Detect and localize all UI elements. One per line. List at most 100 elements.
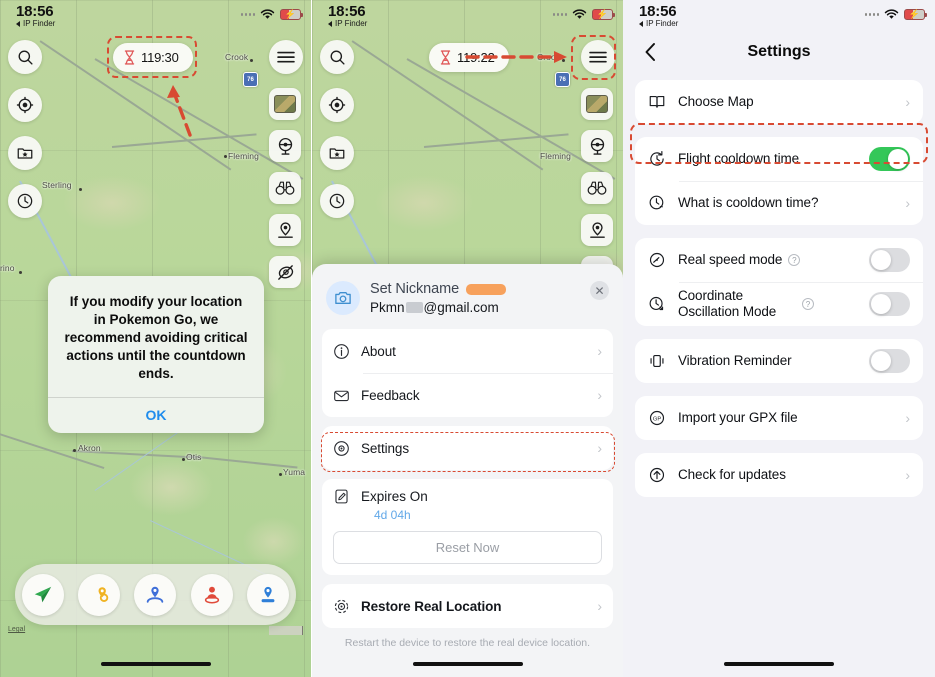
help-icon[interactable]: ? (802, 298, 814, 310)
setting-label-wrap: Real speed mode ? (678, 252, 857, 268)
pokestop-radar-button[interactable] (581, 130, 613, 162)
map-label: Fleming (540, 151, 571, 161)
setting-choose-map[interactable]: Choose Map › (635, 80, 923, 124)
set-nickname-label: Set Nickname (370, 281, 460, 297)
map-dot (279, 473, 282, 476)
setting-import-gpx[interactable]: GP Import your GPX file › (635, 396, 923, 440)
map-scale-bar (269, 626, 303, 635)
setting-label: Choose Map (678, 93, 754, 109)
reset-now-button[interactable]: Reset Now (333, 531, 602, 564)
favorites-button[interactable] (8, 136, 42, 170)
cooldown-value: 119:30 (141, 50, 179, 65)
binoculars-button[interactable] (269, 172, 301, 204)
setting-real-speed-mode[interactable]: Real speed mode ? (635, 238, 923, 282)
pokeball-radar-icon (278, 137, 292, 155)
vibration-icon (650, 355, 664, 367)
avatar[interactable] (326, 281, 360, 315)
binoculars-button[interactable] (581, 172, 613, 204)
search-button[interactable] (320, 40, 354, 74)
menu-button[interactable] (269, 40, 303, 74)
history-button[interactable] (8, 184, 42, 218)
dock-single-pin[interactable] (246, 573, 289, 616)
wifi-icon (572, 9, 587, 19)
chevron-right-icon: › (597, 387, 602, 403)
toggle-real-speed-mode[interactable] (869, 248, 910, 272)
dock-two-spot[interactable] (78, 573, 121, 616)
toggle-coordinate-oscillation[interactable] (869, 292, 910, 316)
target-icon (334, 599, 349, 613)
help-icon[interactable]: ? (788, 254, 801, 266)
chevron-right-icon: › (905, 94, 910, 110)
cooldown-timer[interactable]: 119:30 (113, 43, 193, 72)
hourglass-icon (440, 50, 451, 65)
redaction-block (405, 302, 423, 313)
status-back-app[interactable]: IP Finder (639, 19, 923, 28)
pokeball-radar-icon (590, 137, 604, 155)
place-pin-button[interactable] (269, 214, 301, 246)
camera-icon (335, 292, 351, 304)
dialog-ok-button[interactable]: OK (48, 396, 264, 433)
account-info: Set Nickname Pkmn @gmail.com (370, 281, 507, 315)
map-label: Crook (225, 52, 249, 62)
close-button[interactable]: ✕ (590, 281, 609, 300)
navigation-bar: Settings (623, 32, 935, 72)
legal-link[interactable]: Legal (8, 626, 25, 633)
toggle-vibration-reminder[interactable] (869, 349, 910, 373)
dock-teleport[interactable] (22, 573, 65, 616)
nickname-row[interactable]: Set Nickname (370, 281, 507, 297)
menu-button[interactable] (581, 40, 615, 74)
pokestop-radar-button[interactable] (269, 130, 301, 162)
status-back-app[interactable]: IP Finder (16, 19, 299, 28)
menu-item-settings[interactable]: Settings › (322, 426, 613, 470)
setting-label-wrap: Coordinate Oscillation Mode ? (678, 288, 857, 320)
clock-icon (17, 193, 33, 209)
setting-what-is-cooldown[interactable]: What is cooldown time? › (635, 181, 923, 225)
search-button[interactable] (8, 40, 42, 74)
map-left-controls (8, 40, 42, 232)
menu-item-label: About (361, 343, 396, 359)
menu-item-restore-location[interactable]: Restore Real Location › (322, 584, 613, 628)
map-dot (224, 155, 227, 158)
settings-group: Check for updates › (635, 453, 923, 497)
expires-label: Expires On (361, 489, 428, 504)
setting-coordinate-oscillation-mode[interactable]: Coordinate Oscillation Mode ? (635, 282, 923, 326)
locate-button[interactable] (8, 88, 42, 122)
wifi-icon (260, 9, 275, 19)
battery-charging-icon: ⚡ (280, 9, 303, 20)
menu-item-feedback[interactable]: Feedback › (322, 373, 613, 417)
chevron-left-icon (645, 43, 655, 61)
back-button[interactable] (639, 41, 661, 63)
hamburger-icon (589, 51, 607, 63)
cooldown-timer[interactable]: 119:22 (429, 43, 509, 72)
toggle-flight-cooldown[interactable] (869, 147, 910, 171)
account-email: Pkmn @gmail.com (370, 300, 499, 315)
binoculars-icon (275, 181, 295, 195)
radar-off-button[interactable] (269, 256, 301, 288)
setting-flight-cooldown-time[interactable]: Flight cooldown time (635, 137, 923, 181)
place-pin-button[interactable] (581, 214, 613, 246)
settings-group: Vibration Reminder (635, 339, 923, 383)
history-button[interactable] (320, 184, 354, 218)
status-bar: 18:56 IP Finder ⚡ (312, 0, 623, 34)
pin-drop-icon (589, 221, 605, 238)
map-style-button[interactable] (269, 88, 301, 120)
setting-vibration-reminder[interactable]: Vibration Reminder (635, 339, 923, 383)
gpx-icon: GP (649, 410, 665, 426)
menu-item-about[interactable]: About › (322, 329, 613, 373)
dock-multi-spot[interactable] (134, 573, 177, 616)
setting-check-for-updates[interactable]: Check for updates › (635, 453, 923, 497)
two-pin-icon (98, 586, 109, 602)
map-thumbnail-icon (274, 95, 296, 113)
map-dot (182, 458, 185, 461)
signal-dots-icon (240, 13, 255, 16)
locate-button[interactable] (320, 88, 354, 122)
expires-value: 4d 04h (374, 508, 411, 522)
status-back-app[interactable]: IP Finder (328, 19, 611, 28)
dock-joystick[interactable] (190, 573, 233, 616)
map-dot (73, 449, 76, 452)
favorites-button[interactable] (320, 136, 354, 170)
account-menu-sheet: Set Nickname Pkmn @gmail.com ✕ About › F… (312, 264, 623, 677)
map-style-button[interactable] (581, 88, 613, 120)
book-map-icon (649, 96, 665, 108)
location-warning-dialog: If you modify your location in Pokemon G… (48, 276, 264, 433)
